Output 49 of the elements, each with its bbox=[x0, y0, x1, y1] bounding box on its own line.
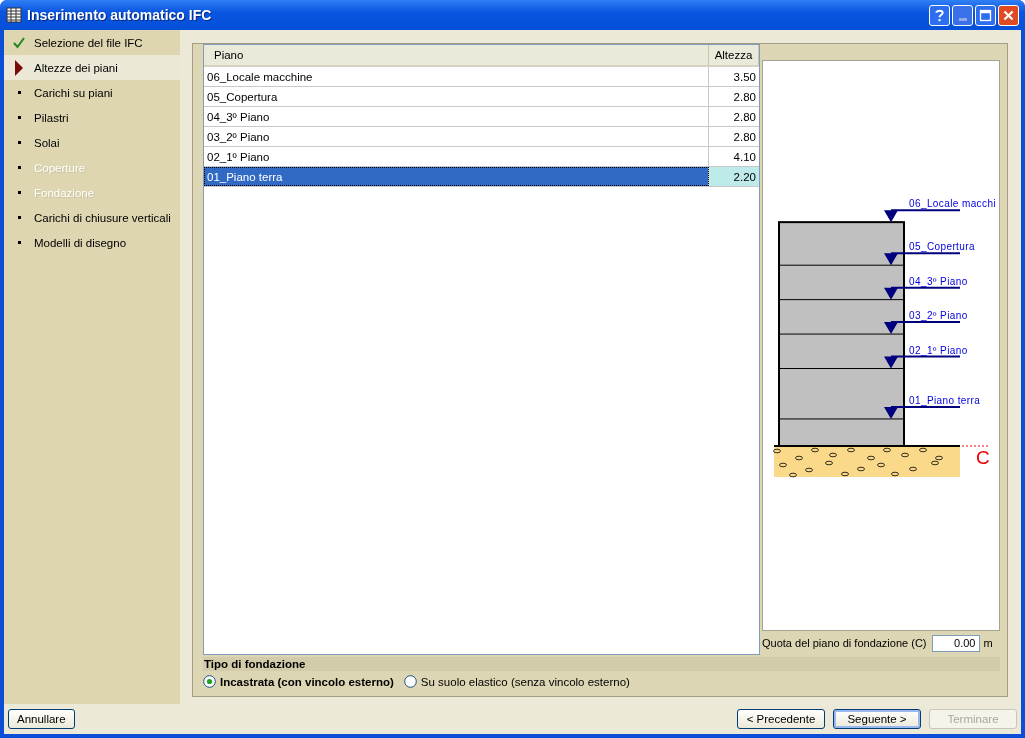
table-cell[interactable]: 2.20 bbox=[709, 167, 759, 186]
step-item[interactable]: Modelli di disegno bbox=[4, 230, 180, 255]
step-item[interactable]: Pilastri bbox=[4, 105, 180, 130]
radio-button[interactable] bbox=[203, 675, 216, 688]
foundation-level-field[interactable]: 0.00 bbox=[931, 634, 980, 652]
table-cell[interactable]: 01_Piano terra bbox=[204, 167, 709, 186]
level-label: 05_Copertura bbox=[909, 241, 975, 253]
triangle-icon bbox=[15, 59, 23, 76]
help-button[interactable] bbox=[929, 4, 950, 26]
step-item[interactable]: Carichi su piani bbox=[4, 80, 180, 105]
foundation-label: C bbox=[976, 447, 990, 468]
level-label: 03_2º Piano bbox=[909, 310, 968, 322]
check-icon bbox=[13, 36, 25, 49]
table-cell[interactable]: 06_Locale macchine bbox=[204, 67, 709, 86]
level-label: 04_3º Piano bbox=[909, 275, 968, 287]
radio-option[interactable]: Su suolo elastico (senza vincolo esterno) bbox=[403, 675, 630, 688]
level-label: 06_Locale macchi bbox=[909, 198, 996, 210]
table-cell[interactable]: 02_1º Piano bbox=[204, 147, 709, 166]
maximize-button[interactable] bbox=[975, 4, 996, 26]
cancel-button[interactable]: Annullare bbox=[8, 709, 75, 729]
step-item[interactable]: Solai bbox=[4, 130, 180, 155]
minimize-button[interactable] bbox=[952, 4, 973, 26]
wizard-button[interactable]: Seguente > bbox=[833, 709, 921, 729]
table-cell[interactable]: 2.80 bbox=[709, 127, 759, 146]
column-header[interactable]: Altezza bbox=[709, 45, 759, 65]
table-cell[interactable]: 2.80 bbox=[709, 87, 759, 106]
column-header[interactable]: Piano bbox=[204, 45, 709, 65]
radio-button[interactable] bbox=[403, 675, 417, 688]
step-item[interactable]: Altezze dei piani bbox=[4, 55, 180, 80]
table-cell[interactable]: 03_2º Piano bbox=[204, 127, 709, 146]
close-button[interactable] bbox=[998, 4, 1019, 26]
level-label: 01_Piano terra bbox=[909, 394, 981, 406]
step-item[interactable]: Carichi di chiusure verticali bbox=[4, 205, 180, 230]
unit-label: m bbox=[983, 637, 993, 649]
foundation-level-label: Quota del piano di fondazione (C) bbox=[762, 637, 927, 649]
leader-line bbox=[961, 445, 990, 447]
table-cell[interactable]: 3.50 bbox=[709, 67, 759, 86]
table-cell[interactable]: 2.80 bbox=[709, 107, 759, 126]
wizard-button[interactable]: < Precedente bbox=[737, 709, 825, 729]
table-cell[interactable]: 4.10 bbox=[709, 147, 759, 166]
minimize-icon bbox=[958, 17, 967, 21]
radio-option[interactable]: Incastrata (con vincolo esterno) bbox=[203, 675, 394, 688]
step-item[interactable]: Selezione del file IFC bbox=[4, 30, 180, 55]
grid-icon bbox=[6, 7, 22, 23]
table-cell[interactable]: 04_3º Piano bbox=[204, 107, 709, 126]
window-title: Inserimento automatico IFC bbox=[27, 7, 213, 23]
section-header: Tipo di fondazione bbox=[203, 657, 1000, 671]
level-label: 02_1º Piano bbox=[909, 344, 968, 356]
table-cell[interactable]: 05_Copertura bbox=[204, 87, 709, 106]
